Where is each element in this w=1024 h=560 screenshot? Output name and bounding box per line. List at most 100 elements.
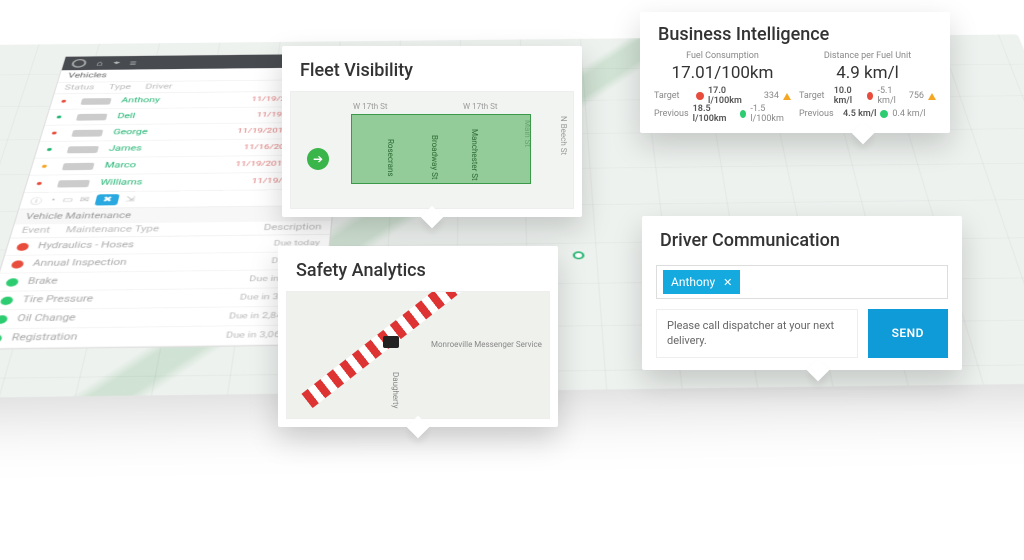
- col-event: Event: [20, 226, 50, 235]
- driver-name: Marco: [104, 161, 172, 170]
- vehicle-icon: [57, 180, 90, 188]
- status-dot-icon: [696, 92, 704, 100]
- metric-row: Previous 18.5 l/100km -1.5 l/100km: [654, 105, 791, 123]
- street-label: W 17th St: [353, 102, 387, 111]
- message-input[interactable]: Please call dispatcher at your next deli…: [656, 309, 858, 358]
- filter-type[interactable]: Type: [108, 84, 132, 91]
- status-icon: ●: [59, 98, 72, 105]
- info-icon[interactable]: ⓘ: [29, 195, 44, 206]
- status-icon: ●: [35, 180, 48, 188]
- status-dot-icon: [0, 315, 9, 324]
- map-poi: Monroeville Messenger Service: [431, 340, 542, 349]
- card-title: Business Intelligence: [640, 12, 950, 51]
- app-logo-icon: [71, 59, 88, 68]
- row-label: Target: [799, 91, 830, 101]
- driver-name: Anthony: [120, 97, 185, 105]
- incident-road: [301, 291, 470, 408]
- row-label: Previous: [654, 109, 689, 119]
- driver-name: Williams: [99, 178, 167, 187]
- bi-distance-column: Distance per Fuel Unit 4.9 km/l Target 1…: [799, 51, 936, 123]
- metric-label: Distance per Fuel Unit: [799, 51, 936, 61]
- recipient-input[interactable]: Anthony ✕: [656, 265, 948, 299]
- vehicle-icon: [81, 98, 112, 105]
- row-delta: 0.4 km/l: [892, 109, 925, 119]
- maint-name: Brake: [26, 275, 249, 287]
- warning-icon: [928, 93, 936, 100]
- driver-name: Dell: [116, 112, 181, 120]
- col-type: Maintenance Type: [65, 225, 160, 235]
- status-icon: ●: [40, 163, 53, 171]
- row-value: 10.0 km/l: [834, 86, 864, 106]
- status-dot-icon: [867, 92, 873, 100]
- maintenance-title: Vehicle Maintenance: [25, 211, 132, 221]
- status-dot-icon: [0, 296, 14, 305]
- maint-name: Tire Pressure: [21, 293, 241, 305]
- driver-chip[interactable]: Anthony ✕: [663, 270, 740, 294]
- card-title: Driver Communication: [642, 216, 962, 261]
- driver-name: George: [112, 128, 178, 136]
- maint-name: Oil Change: [16, 312, 230, 324]
- street-label: Daugherty: [391, 372, 400, 408]
- vehicle-icon: [67, 146, 99, 153]
- card-title: Safety Analytics: [278, 246, 558, 291]
- card-title: Fleet Visibility: [282, 46, 582, 91]
- maintenance-row[interactable]: RegistrationDue in 3,068.0 mi: [0, 325, 321, 349]
- row-delta: 334: [764, 91, 779, 101]
- filter-status[interactable]: Status: [63, 84, 95, 91]
- fleet-mini-map[interactable]: W 17th St W 17th St Main St N Beech St R…: [290, 91, 574, 209]
- maint-name: Hydraulics - Hoses: [37, 239, 275, 250]
- card-icon[interactable]: ▭: [61, 196, 74, 204]
- metric-row: Target 17.0 l/100km 334: [654, 87, 791, 105]
- warning-icon: [783, 93, 791, 100]
- status-icon: ●: [45, 146, 58, 154]
- maint-name: Annual Inspection: [32, 257, 272, 269]
- status-icon: ●: [50, 129, 63, 137]
- row-value: 17.0 l/100km: [708, 86, 760, 106]
- vehicle-icon: [76, 113, 108, 120]
- chip-label: Anthony: [671, 275, 715, 289]
- geofence-zone[interactable]: Rosecrans Broadway St Manchester St: [351, 114, 531, 184]
- chat-icon[interactable]: ✉: [79, 196, 91, 204]
- row-label: Previous: [799, 109, 839, 119]
- status-dot-icon: [880, 110, 888, 118]
- map-marker[interactable]: [573, 251, 585, 259]
- status-dot-icon: [11, 260, 25, 268]
- vehicle-icon: [71, 129, 103, 136]
- metric-value: 17.01/100km: [654, 63, 791, 83]
- safety-analytics-card: Safety Analytics Monroeville Messenger S…: [278, 246, 558, 427]
- row-value: 4.5 km/l: [843, 109, 876, 119]
- status-dot-icon: [5, 278, 19, 286]
- gauge-icon[interactable]: ◔: [48, 196, 57, 204]
- location-icon[interactable]: ⌖: [112, 59, 121, 68]
- row-extra: 756: [909, 91, 924, 101]
- go-arrow-icon[interactable]: ➔: [307, 148, 329, 170]
- row-delta: -5.1 km/l: [877, 86, 904, 106]
- status-dot-icon: [0, 334, 3, 343]
- link-icon[interactable]: ⇲: [124, 195, 135, 203]
- col-desc: Description: [263, 223, 322, 232]
- vehicle-icon[interactable]: [383, 336, 399, 348]
- safety-mini-map[interactable]: Monroeville Messenger Service Daugherty: [286, 291, 550, 419]
- metric-row: Target 10.0 km/l -5.1 km/l 756: [799, 87, 936, 105]
- home-icon[interactable]: ⌂: [95, 59, 104, 67]
- street-label: W 17th St: [463, 102, 497, 111]
- street-label: Rosecrans: [386, 139, 395, 177]
- send-button[interactable]: SEND: [868, 309, 948, 358]
- fleet-visibility-card: Fleet Visibility W 17th St W 17th St Mai…: [282, 46, 582, 217]
- street-label: N Beech St: [559, 116, 568, 155]
- street-label: Manchester St: [470, 129, 479, 181]
- wrench-icon[interactable]: ✖: [94, 194, 120, 205]
- business-intelligence-card: Business Intelligence Fuel Consumption 1…: [640, 12, 950, 133]
- menu-icon[interactable]: ≡: [129, 59, 138, 67]
- maint-name: Registration: [10, 331, 227, 343]
- status-dot-icon: [16, 243, 30, 251]
- metric-value: 4.9 km/l: [799, 63, 936, 83]
- row-delta: -1.5 l/100km: [750, 104, 791, 124]
- metric-label: Fuel Consumption: [654, 51, 791, 61]
- bi-fuel-column: Fuel Consumption 17.01/100km Target 17.0…: [654, 51, 791, 123]
- status-dot-icon: [740, 110, 746, 118]
- row-label: Target: [654, 91, 692, 101]
- remove-chip-icon[interactable]: ✕: [723, 276, 732, 289]
- driver-name: James: [108, 145, 175, 153]
- filter-driver[interactable]: Driver: [145, 83, 173, 90]
